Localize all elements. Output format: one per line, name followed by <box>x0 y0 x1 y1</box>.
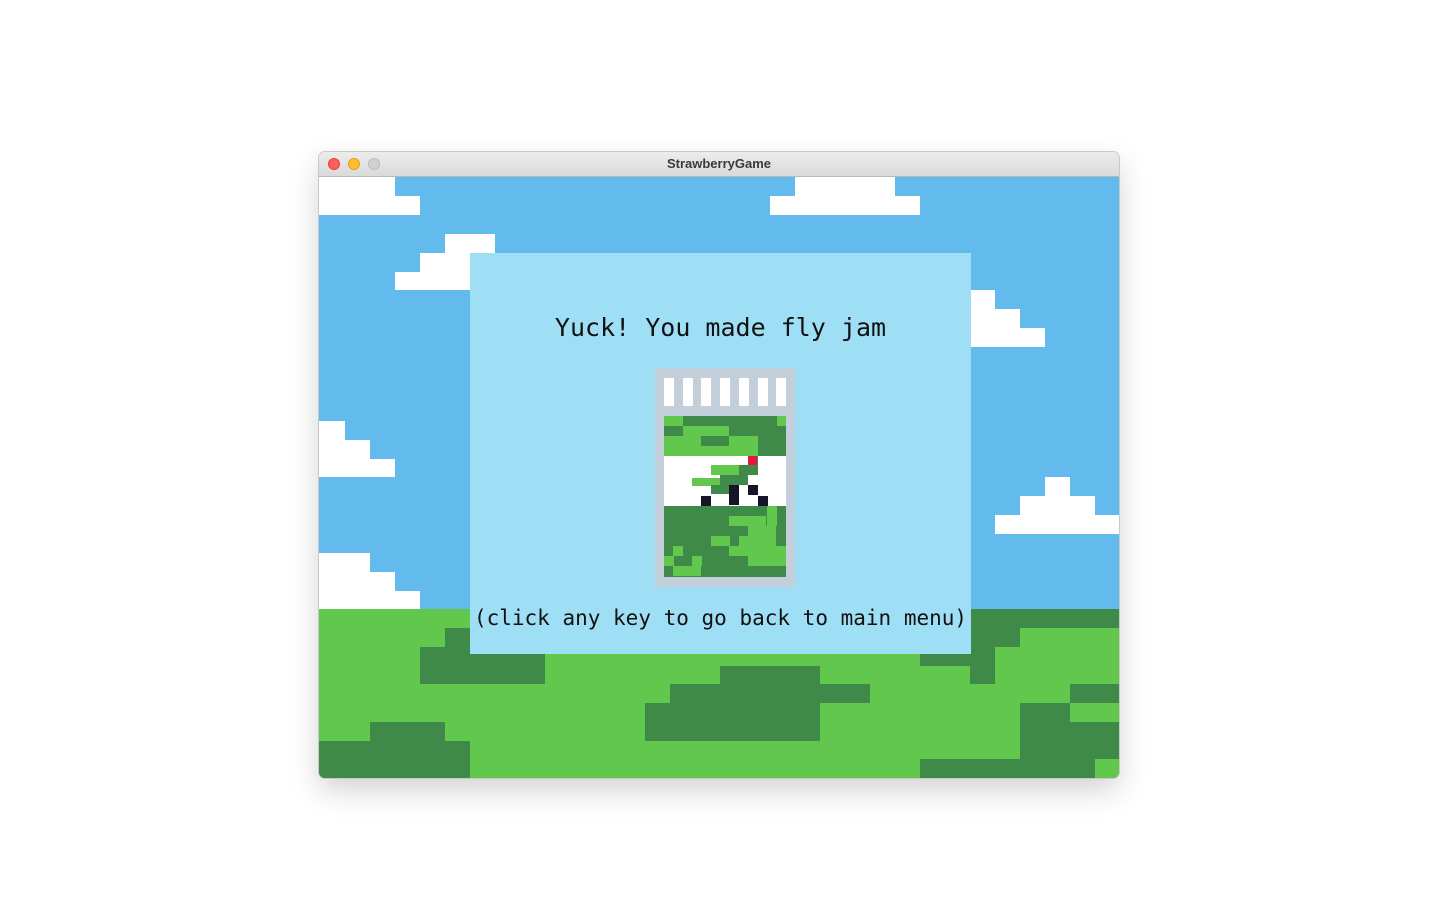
cloud <box>319 553 370 572</box>
grass-shadow <box>720 666 820 684</box>
grass-shadow <box>370 722 445 741</box>
window-title: StrawberryGame <box>666 156 772 171</box>
grass-shadow <box>645 722 820 741</box>
cloud <box>319 459 395 477</box>
cloud <box>770 196 920 215</box>
grass-shadow <box>1070 684 1119 703</box>
cloud <box>319 572 395 591</box>
game-over-message: Yuck! You made fly jam <box>554 313 887 342</box>
cloud <box>1045 477 1070 496</box>
grass-shadow <box>670 684 870 703</box>
cloud <box>420 253 470 272</box>
cloud <box>970 309 1020 328</box>
game-over-dialog: Yuck! You made fly jam (click any key to… <box>470 253 971 654</box>
return-to-menu-hint: (click any key to go back to main menu) <box>473 606 968 630</box>
grass-shadow <box>920 759 1095 778</box>
grass-shadow <box>1020 703 1070 722</box>
game-window: StrawberryGame Yuck! You made fly jam (c… <box>319 152 1119 778</box>
grass-shadow <box>319 741 470 778</box>
cloud <box>319 591 420 609</box>
grass-shadow <box>645 703 820 722</box>
cloud <box>319 196 420 215</box>
fly-jam-jar-graphic <box>663 376 786 577</box>
cloud <box>445 234 495 253</box>
cloud <box>970 290 995 309</box>
grass-shadow <box>970 609 1119 628</box>
game-canvas[interactable]: Yuck! You made fly jam (click any key to… <box>319 177 1119 778</box>
cloud <box>319 440 370 459</box>
title-bar: StrawberryGame <box>319 152 1119 177</box>
cloud <box>319 177 395 196</box>
fly-jam-jar-icon <box>655 368 795 587</box>
cloud <box>795 177 895 196</box>
cloud <box>319 421 345 440</box>
cloud <box>1020 496 1095 515</box>
grass-shadow <box>1020 722 1119 759</box>
cloud <box>970 328 1045 347</box>
grass-shadow <box>970 666 995 684</box>
cloud <box>995 515 1119 534</box>
cloud <box>395 272 470 290</box>
